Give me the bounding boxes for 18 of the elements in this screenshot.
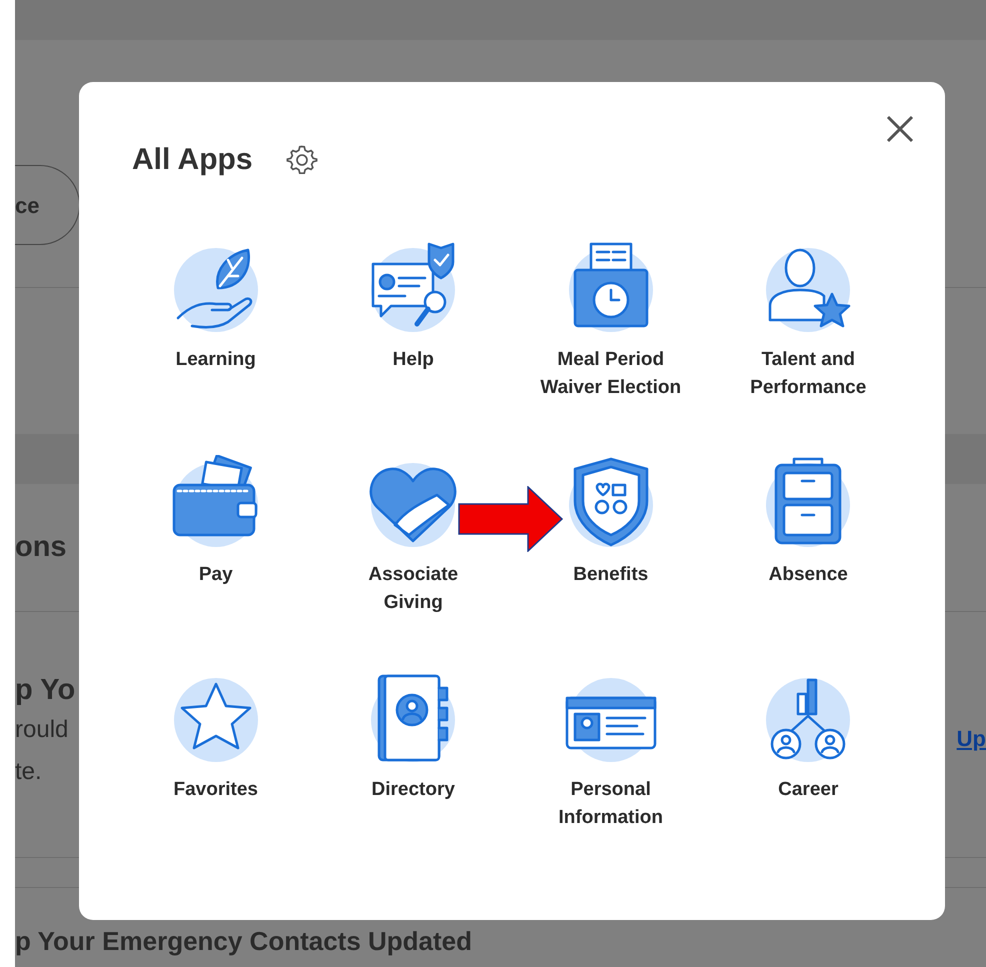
section-heading: p Your Emergency Contacts Updated: [15, 926, 472, 956]
app-tile[interactable]: Meal Period Waiver Election: [512, 240, 710, 408]
app-tile[interactable]: Absence: [710, 455, 907, 623]
app-tile[interactable]: Favorites: [117, 670, 314, 838]
section-heading: ons: [15, 530, 67, 565]
app-tile[interactable]: Pay: [117, 455, 314, 623]
app-tile[interactable]: Personal Information: [512, 670, 710, 838]
app-tile[interactable]: Talent and Performance: [710, 240, 907, 408]
app-tile[interactable]: Directory: [314, 670, 512, 838]
settings-icon[interactable]: [284, 142, 319, 176]
card-text: rould: [15, 715, 70, 745]
app-tile[interactable]: Career: [710, 670, 907, 838]
card-title: p Yo: [15, 673, 76, 708]
app-tile[interactable]: Learning: [117, 240, 314, 408]
card-text: te.: [15, 757, 43, 787]
app-tile[interactable]: Help: [314, 240, 512, 408]
dialog-title: All Apps: [132, 142, 253, 178]
close-icon[interactable]: [885, 114, 915, 144]
